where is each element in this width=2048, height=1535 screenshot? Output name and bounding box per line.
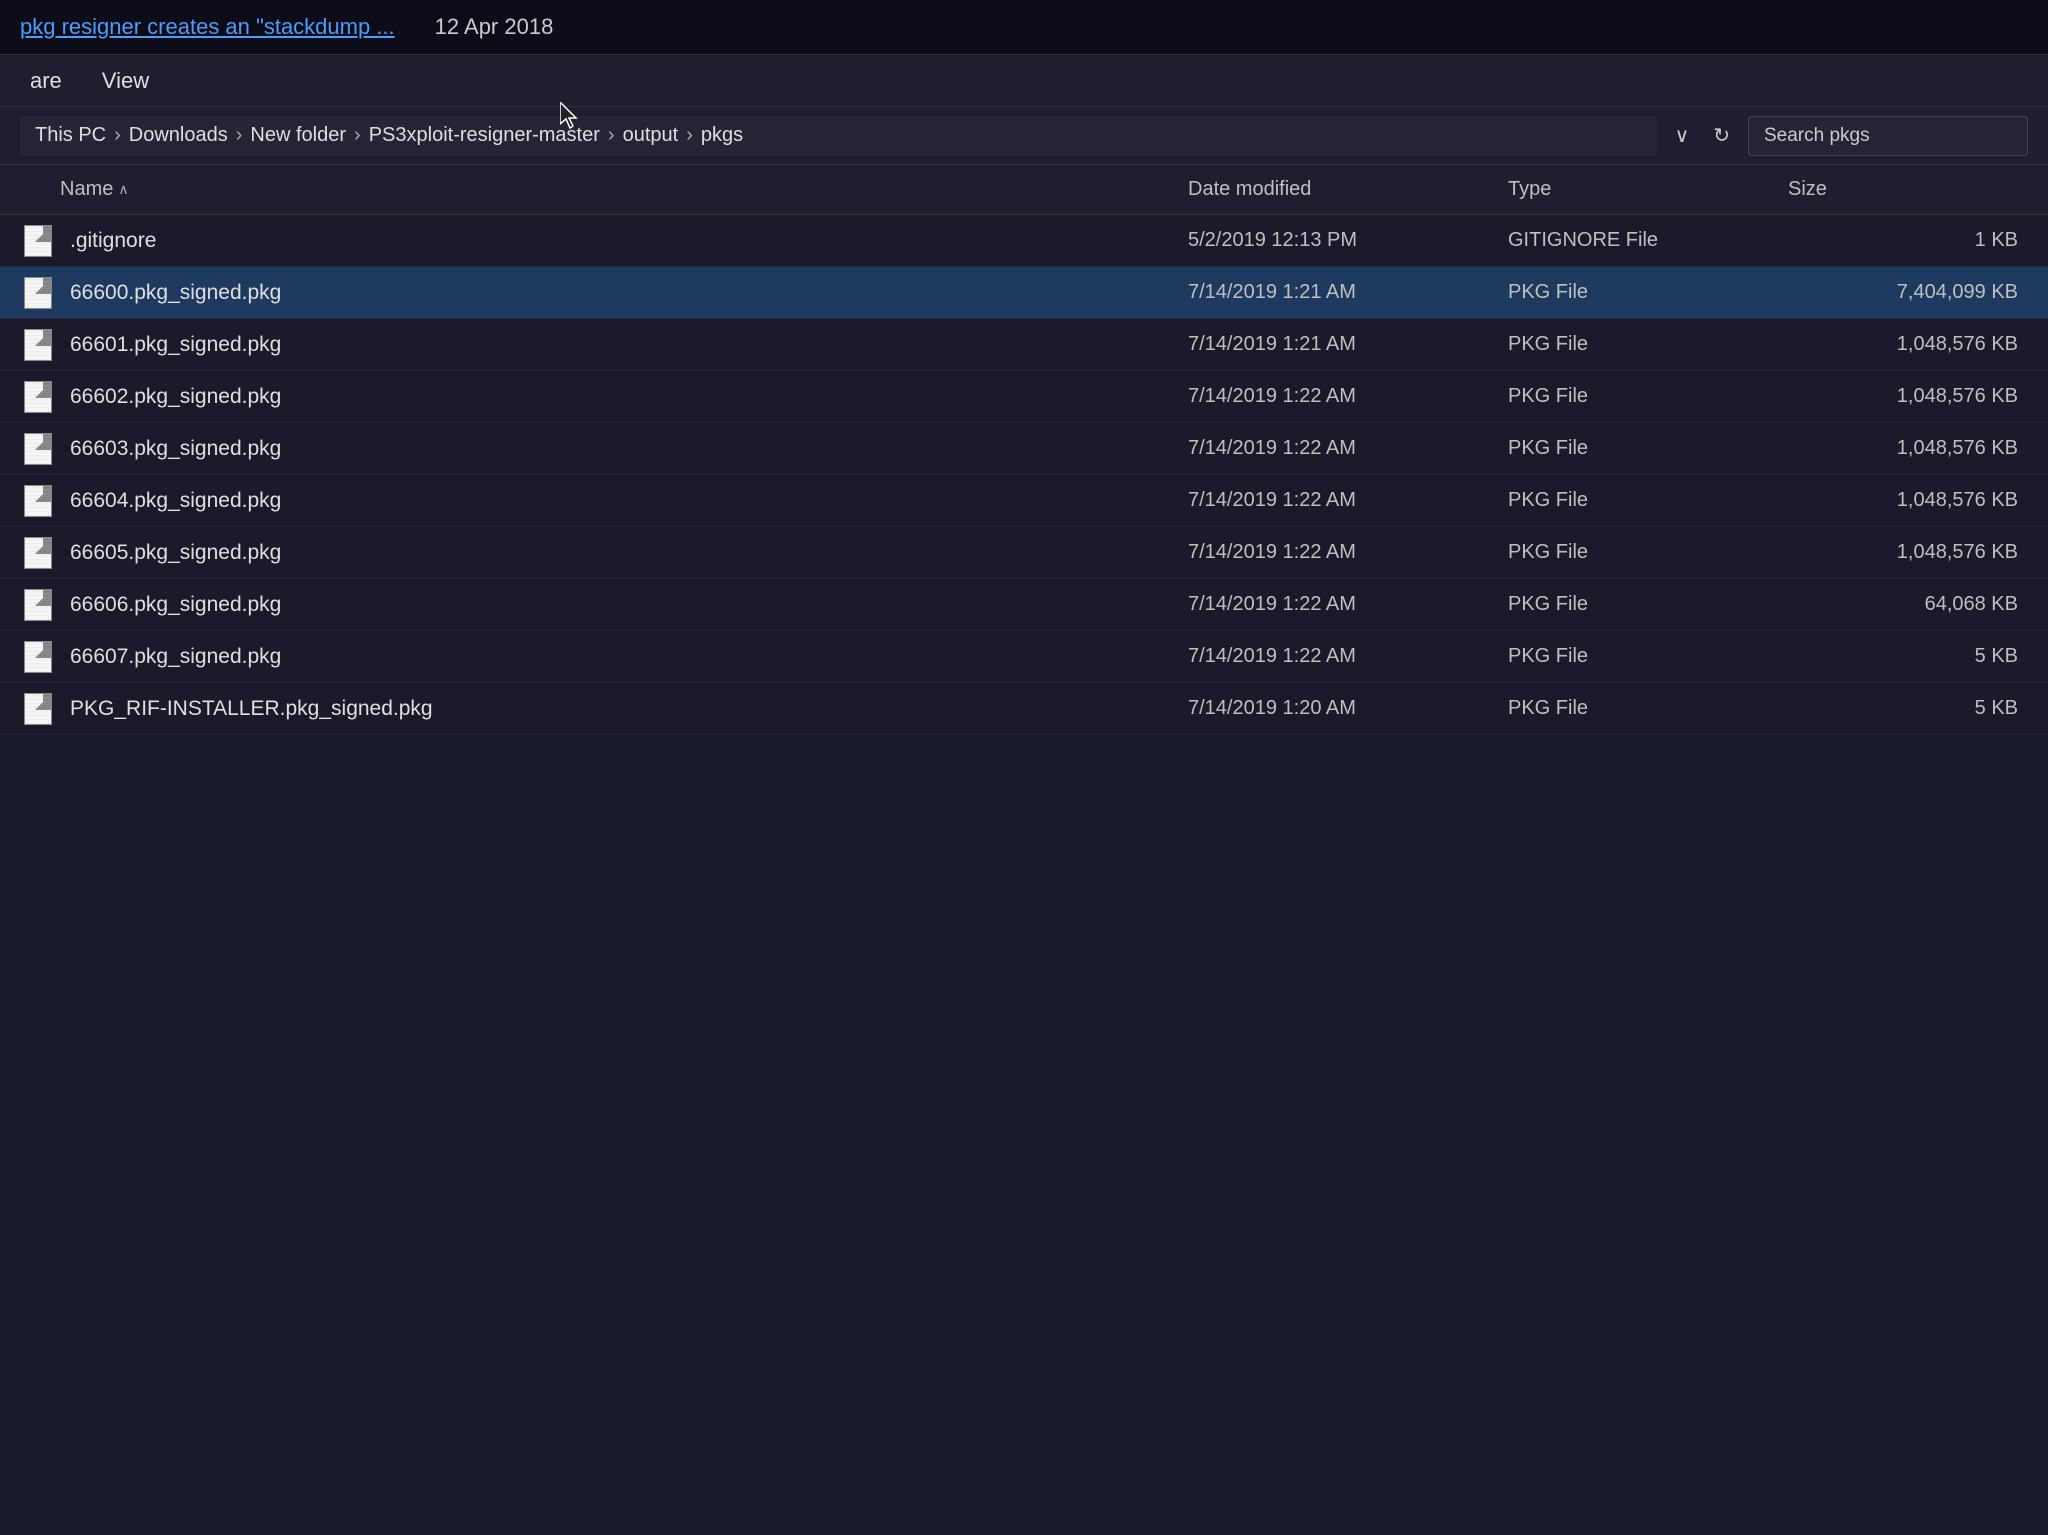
file-date: 7/14/2019 1:22 AM bbox=[1188, 385, 1508, 408]
breadcrumb-downloads[interactable]: Downloads bbox=[129, 124, 228, 147]
notification-bar: pkg resigner creates an "stackdump ... 1… bbox=[0, 0, 2048, 55]
file-size: 1,048,576 KB bbox=[1788, 333, 2038, 356]
dropdown-button[interactable]: ∨ bbox=[1667, 119, 1698, 152]
col-header-size[interactable]: Size bbox=[1788, 178, 2038, 201]
notification-text[interactable]: pkg resigner creates an "stackdump ... bbox=[20, 14, 395, 40]
breadcrumb-resigner[interactable]: PS3xploit-resigner-master bbox=[369, 124, 600, 147]
file-icon bbox=[10, 433, 60, 465]
file-icon bbox=[10, 329, 60, 361]
breadcrumb[interactable]: This PC › Downloads › New folder › PS3xp… bbox=[20, 116, 1657, 156]
file-size: 1,048,576 KB bbox=[1788, 385, 2038, 408]
file-icon bbox=[10, 277, 60, 309]
file-name: 66607.pkg_signed.pkg bbox=[60, 645, 1188, 669]
file-size: 5 KB bbox=[1788, 645, 2038, 668]
breadcrumb-pkgs[interactable]: pkgs bbox=[701, 124, 743, 147]
file-type: PKG File bbox=[1508, 489, 1788, 512]
file-icon bbox=[10, 641, 60, 673]
file-size: 1,048,576 KB bbox=[1788, 437, 2038, 460]
file-date: 7/14/2019 1:21 AM bbox=[1188, 281, 1508, 304]
col-header-name[interactable]: Name ∧ bbox=[60, 178, 1188, 201]
file-date: 7/14/2019 1:22 AM bbox=[1188, 489, 1508, 512]
file-list: .gitignore 5/2/2019 12:13 PM GITIGNORE F… bbox=[0, 215, 2048, 735]
file-name: 66600.pkg_signed.pkg bbox=[60, 281, 1188, 305]
table-row[interactable]: 66603.pkg_signed.pkg 7/14/2019 1:22 AM P… bbox=[0, 423, 2048, 475]
file-type: GITIGNORE File bbox=[1508, 229, 1788, 252]
file-name: 66603.pkg_signed.pkg bbox=[60, 437, 1188, 461]
file-date: 7/14/2019 1:22 AM bbox=[1188, 593, 1508, 616]
file-name: PKG_RIF-INSTALLER.pkg_signed.pkg bbox=[60, 697, 1188, 721]
file-size: 5 KB bbox=[1788, 697, 2038, 720]
file-icon bbox=[10, 485, 60, 517]
search-placeholder: Search pkgs bbox=[1764, 125, 1870, 147]
file-date: 7/14/2019 1:22 AM bbox=[1188, 645, 1508, 668]
menu-item-view[interactable]: View bbox=[102, 68, 149, 94]
file-icon bbox=[10, 537, 60, 569]
file-name: 66605.pkg_signed.pkg bbox=[60, 541, 1188, 565]
file-date: 7/14/2019 1:20 AM bbox=[1188, 697, 1508, 720]
file-date: 7/14/2019 1:22 AM bbox=[1188, 437, 1508, 460]
table-row[interactable]: 66605.pkg_signed.pkg 7/14/2019 1:22 AM P… bbox=[0, 527, 2048, 579]
file-date: 7/14/2019 1:21 AM bbox=[1188, 333, 1508, 356]
breadcrumb-newfolder[interactable]: New folder bbox=[250, 124, 346, 147]
file-name: 66602.pkg_signed.pkg bbox=[60, 385, 1188, 409]
file-icon bbox=[10, 225, 60, 257]
file-icon bbox=[10, 381, 60, 413]
file-type: PKG File bbox=[1508, 437, 1788, 460]
file-icon bbox=[10, 589, 60, 621]
file-size: 7,404,099 KB bbox=[1788, 281, 2038, 304]
file-name: .gitignore bbox=[60, 229, 1188, 253]
file-type: PKG File bbox=[1508, 333, 1788, 356]
table-row[interactable]: .gitignore 5/2/2019 12:13 PM GITIGNORE F… bbox=[0, 215, 2048, 267]
file-date: 7/14/2019 1:22 AM bbox=[1188, 541, 1508, 564]
col-header-date[interactable]: Date modified bbox=[1188, 178, 1508, 201]
file-type: PKG File bbox=[1508, 645, 1788, 668]
address-bar: This PC › Downloads › New folder › PS3xp… bbox=[0, 107, 2048, 165]
col-header-type[interactable]: Type bbox=[1508, 178, 1788, 201]
file-name: 66601.pkg_signed.pkg bbox=[60, 333, 1188, 357]
file-name: 66606.pkg_signed.pkg bbox=[60, 593, 1188, 617]
breadcrumb-thispc[interactable]: This PC bbox=[35, 124, 106, 147]
file-size: 1 KB bbox=[1788, 229, 2038, 252]
file-date: 5/2/2019 12:13 PM bbox=[1188, 229, 1508, 252]
file-size: 1,048,576 KB bbox=[1788, 489, 2038, 512]
file-icon bbox=[10, 693, 60, 725]
search-box[interactable]: Search pkgs bbox=[1748, 116, 2028, 156]
table-row[interactable]: 66601.pkg_signed.pkg 7/14/2019 1:21 AM P… bbox=[0, 319, 2048, 371]
table-row[interactable]: 66606.pkg_signed.pkg 7/14/2019 1:22 AM P… bbox=[0, 579, 2048, 631]
file-type: PKG File bbox=[1508, 281, 1788, 304]
file-explorer: Name ∧ Date modified Type Size .gitignor… bbox=[0, 165, 2048, 735]
file-type: PKG File bbox=[1508, 697, 1788, 720]
menu-bar: are View bbox=[0, 55, 2048, 107]
table-row[interactable]: 66604.pkg_signed.pkg 7/14/2019 1:22 AM P… bbox=[0, 475, 2048, 527]
file-type: PKG File bbox=[1508, 541, 1788, 564]
file-type: PKG File bbox=[1508, 593, 1788, 616]
sort-arrow-icon: ∧ bbox=[118, 181, 128, 198]
column-headers: Name ∧ Date modified Type Size bbox=[0, 165, 2048, 215]
file-size: 64,068 KB bbox=[1788, 593, 2038, 616]
table-row[interactable]: 66607.pkg_signed.pkg 7/14/2019 1:22 AM P… bbox=[0, 631, 2048, 683]
notification-date: 12 Apr 2018 bbox=[435, 14, 554, 40]
menu-item-are[interactable]: are bbox=[30, 68, 62, 94]
refresh-button[interactable]: ↻ bbox=[1705, 119, 1738, 152]
address-controls: ∨ ↻ bbox=[1667, 119, 1738, 152]
file-name: 66604.pkg_signed.pkg bbox=[60, 489, 1188, 513]
table-row[interactable]: PKG_RIF-INSTALLER.pkg_signed.pkg 7/14/20… bbox=[0, 683, 2048, 735]
file-size: 1,048,576 KB bbox=[1788, 541, 2038, 564]
table-row[interactable]: 66602.pkg_signed.pkg 7/14/2019 1:22 AM P… bbox=[0, 371, 2048, 423]
table-row[interactable]: 66600.pkg_signed.pkg 7/14/2019 1:21 AM P… bbox=[0, 267, 2048, 319]
file-type: PKG File bbox=[1508, 385, 1788, 408]
breadcrumb-output[interactable]: output bbox=[623, 124, 679, 147]
